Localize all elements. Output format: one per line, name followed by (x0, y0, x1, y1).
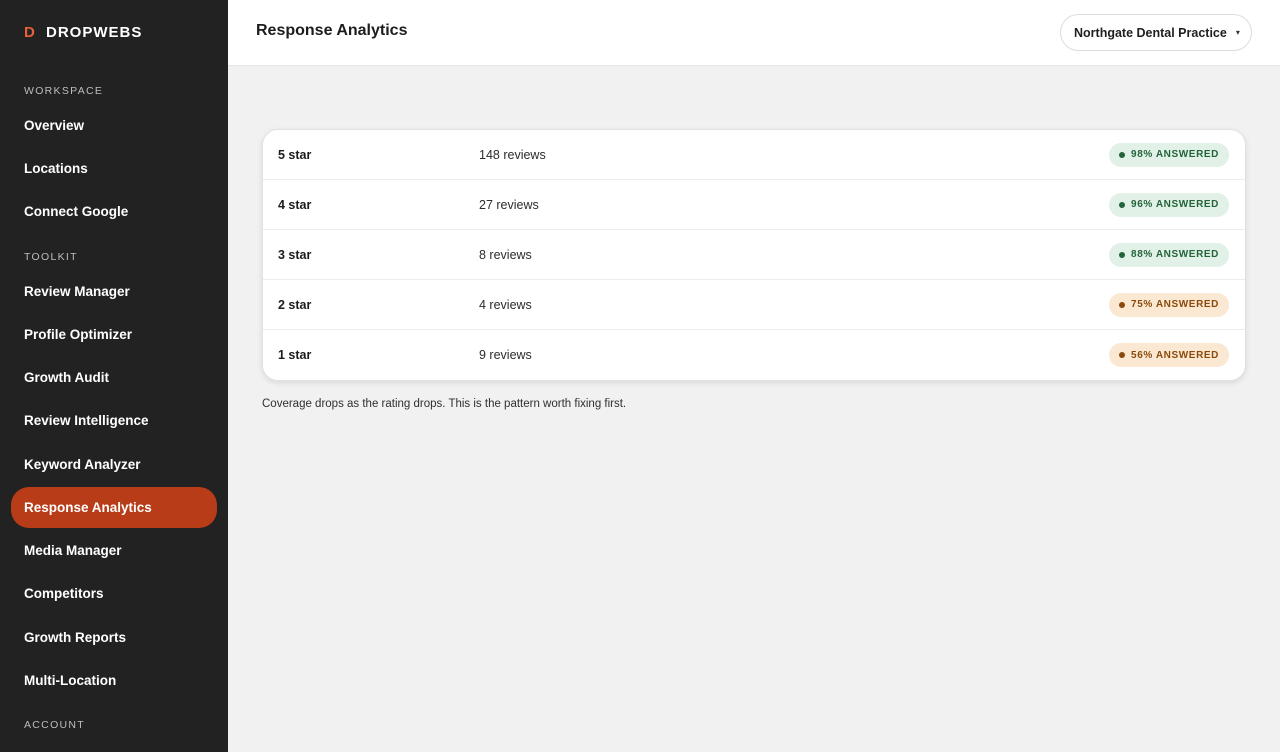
status-badge: 96% ANSWERED (1109, 192, 1229, 217)
sidebar-item-keyword-analyzer[interactable]: Keyword Analyzer (11, 444, 217, 485)
table-row: 1 star 9 reviews 56% ANSWERED (263, 330, 1245, 380)
status-badge-label: 56% ANSWERED (1131, 349, 1219, 361)
review-count: 8 reviews (479, 247, 532, 262)
status-badge-label: 96% ANSWERED (1131, 199, 1219, 210)
sidebar-item-locations[interactable]: Locations (11, 148, 217, 189)
sidebar-item-review-intelligence[interactable]: Review Intelligence (11, 400, 217, 441)
status-badge: 88% ANSWERED (1109, 242, 1229, 267)
rating-label: 4 star (278, 197, 312, 212)
chevron-down-icon: ▾ (1235, 28, 1240, 37)
page-title: Response Analytics (256, 22, 408, 39)
sidebar-item-overview[interactable]: Overview (11, 105, 217, 146)
sidebar: D DROPWEBS WORKSPACE Overview Locations … (0, 0, 228, 752)
status-badge-label: 88% ANSWERED (1131, 249, 1219, 260)
rating-label: 5 star (278, 147, 312, 162)
section-label-toolkit: TOOLKIT (24, 251, 78, 263)
sidebar-item-growth-audit[interactable]: Growth Audit (11, 357, 217, 398)
top-bar: Response Analytics Northgate Dental Prac… (228, 0, 1280, 66)
location-select[interactable]: Northgate Dental Practice ▾ (1060, 14, 1252, 51)
table-row: 4 star 27 reviews 96% ANSWERED (263, 180, 1245, 230)
brand-mark-icon: D (24, 23, 35, 41)
status-dot-icon (1119, 201, 1126, 208)
review-count: 27 reviews (479, 197, 539, 212)
status-badge-label: 98% ANSWERED (1131, 149, 1219, 160)
sidebar-item-growth-reports[interactable]: Growth Reports (11, 617, 217, 658)
review-count: 148 reviews (479, 147, 546, 162)
status-badge-label: 75% ANSWERED (1131, 299, 1219, 310)
sidebar-item-response-analytics[interactable]: Response Analytics (11, 487, 217, 528)
location-select-value: Northgate Dental Practice (1074, 25, 1227, 40)
brand-logo[interactable]: D DROPWEBS (24, 22, 142, 42)
rating-label: 3 star (278, 247, 312, 262)
sidebar-item-profile-optimizer[interactable]: Profile Optimizer (11, 314, 217, 355)
review-count: 4 reviews (479, 297, 532, 312)
status-badge: 56% ANSWERED (1109, 343, 1229, 367)
section-label-account: ACCOUNT (24, 719, 86, 731)
status-badge: 98% ANSWERED (1109, 142, 1229, 167)
rating-label: 1 star (278, 348, 312, 362)
status-dot-icon (1119, 151, 1126, 158)
status-dot-icon (1119, 352, 1126, 358)
sidebar-item-competitors[interactable]: Competitors (11, 573, 217, 614)
table-row: 5 star 148 reviews 98% ANSWERED (263, 130, 1245, 180)
sidebar-item-multi-location[interactable]: Multi-Location (11, 660, 217, 701)
response-rate-card: 5 star 148 reviews 98% ANSWERED 4 star 2… (262, 129, 1246, 381)
table-row: 2 star 4 reviews 75% ANSWERED (263, 280, 1245, 330)
sidebar-item-connect-google[interactable]: Connect Google (11, 191, 217, 232)
review-count: 9 reviews (479, 348, 532, 362)
insight-note: Coverage drops as the rating drops. This… (262, 398, 627, 410)
status-badge: 75% ANSWERED (1109, 292, 1229, 317)
status-dot-icon (1119, 301, 1126, 308)
status-dot-icon (1119, 251, 1126, 258)
section-label-workspace: WORKSPACE (24, 85, 104, 97)
sidebar-item-review-manager[interactable]: Review Manager (11, 271, 217, 312)
rating-label: 2 star (278, 297, 312, 312)
table-row: 3 star 8 reviews 88% ANSWERED (263, 230, 1245, 280)
brand-name: DROPWEBS (46, 23, 143, 41)
sidebar-item-media-manager[interactable]: Media Manager (11, 530, 217, 571)
